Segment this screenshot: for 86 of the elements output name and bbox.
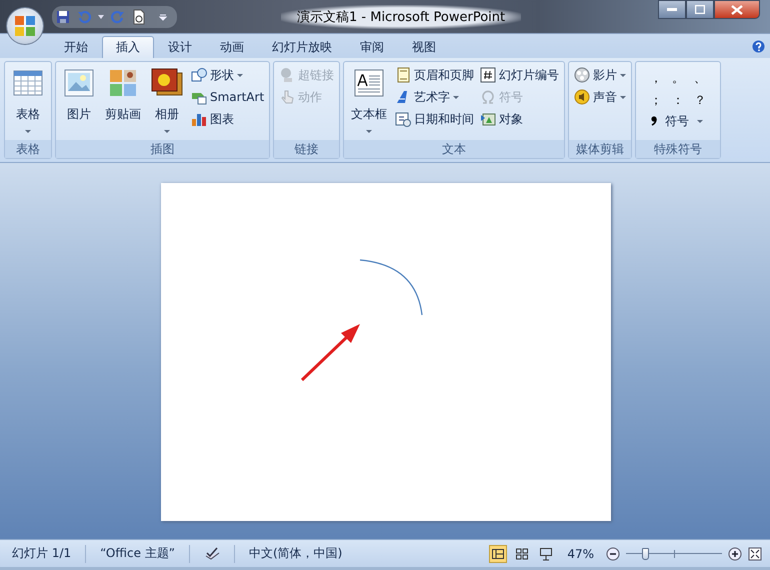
slider-thumb[interactable] (642, 548, 650, 560)
group-label: 链接 (274, 140, 340, 158)
close-icon (731, 4, 743, 14)
close-button[interactable] (714, 0, 760, 19)
bar-chart-icon (191, 111, 207, 127)
film-reel-icon (574, 67, 590, 83)
zoom-level[interactable]: 47% (567, 546, 594, 560)
clipart-icon (107, 67, 139, 99)
ribbon-tab[interactable]: 视图 (398, 36, 450, 58)
help-icon[interactable] (752, 40, 765, 52)
arrow-drawing (300, 324, 360, 382)
symbol-button[interactable]: 、 (689, 67, 712, 89)
text-box-icon (353, 67, 386, 99)
office-logo-icon (13, 14, 37, 38)
maximize-button[interactable] (686, 0, 714, 19)
caret-icon (697, 120, 704, 122)
object-icon (480, 111, 496, 127)
symbol-button[interactable]: ， (645, 67, 668, 89)
shapes-icon (191, 67, 207, 83)
ribbon-button[interactable]: 相册 (147, 64, 187, 138)
calendar-clock-icon (395, 111, 412, 127)
slideshow-icon (539, 546, 554, 560)
ribbon-button[interactable]: 剪贴画 (101, 64, 145, 138)
ribbon-button[interactable]: 符号 (645, 111, 712, 131)
group-label: 媒体剪辑 (569, 140, 632, 158)
caret-icon (366, 130, 372, 133)
group-label: 特殊符号 (636, 140, 720, 158)
ribbon-button[interactable]: 表格 (8, 64, 48, 138)
view-button[interactable] (489, 544, 508, 562)
omega-icon (480, 89, 496, 105)
language-indicator: 中文(简体，中国) (249, 545, 342, 562)
zoom-slider[interactable] (626, 548, 722, 560)
fit-to-window-icon[interactable] (748, 546, 762, 560)
arc-shape (360, 259, 423, 316)
minimize-icon (667, 8, 677, 12)
pointer-hand-icon (279, 89, 296, 105)
ribbon-button[interactable]: 艺术字 (393, 87, 476, 107)
customize-toolbar-icon[interactable] (159, 12, 167, 20)
ribbon-button[interactable]: 影片 (572, 65, 628, 85)
maximize-icon (695, 5, 705, 14)
ribbon-button[interactable]: 图片 (59, 64, 99, 138)
ribbon-button[interactable]: 文本框 (347, 64, 392, 138)
ribbon-tab[interactable]: 幻灯片放映 (258, 36, 346, 58)
slide-sorter-icon (515, 546, 530, 560)
theme-name: “Office 主题” (100, 545, 175, 562)
caret-icon (620, 74, 626, 76)
ribbon-button[interactable]: 形状 (189, 65, 266, 85)
ribbon-button[interactable]: 页眉和页脚 (393, 65, 476, 85)
ribbon-button[interactable]: 声音 (572, 87, 628, 107)
dropdown-caret-icon[interactable] (98, 14, 104, 18)
spell-check-icon[interactable] (204, 546, 220, 560)
symbol-button[interactable]: ？ (689, 89, 712, 111)
save-icon[interactable] (56, 10, 70, 24)
caret-icon (164, 130, 170, 133)
window-title: 演示文稿1 - Microsoft PowerPoint (281, 4, 522, 28)
hash-icon (480, 67, 496, 83)
ribbon-tab[interactable]: 插入 (102, 36, 154, 58)
print-preview-icon[interactable] (132, 8, 146, 24)
ribbon-button[interactable]: SmartArt (189, 87, 266, 107)
picture-icon (63, 67, 95, 99)
ribbon-button[interactable]: 对象 (478, 109, 562, 129)
group-label: 文本 (344, 140, 564, 158)
symbol-button[interactable]: ： (667, 89, 690, 111)
comma-icon (651, 116, 658, 126)
normal-view-icon (491, 546, 506, 560)
ribbon-tab[interactable]: 设计 (154, 36, 206, 58)
ribbon-button[interactable]: 日期和时间 (393, 109, 476, 129)
zoom-in-icon[interactable] (728, 546, 742, 560)
zoom-out-icon[interactable] (606, 546, 620, 560)
ribbon-button[interactable]: 图表 (189, 109, 266, 129)
symbol-button[interactable]: ； (645, 89, 668, 111)
group-label: 表格 (5, 140, 51, 158)
minimize-button[interactable] (658, 0, 686, 19)
ribbon-tab[interactable]: 审阅 (346, 36, 398, 58)
ribbon-button[interactable]: 幻灯片编号 (478, 65, 562, 85)
slide-counter: 幻灯片 1/1 (12, 545, 72, 562)
ribbon-tab[interactable]: 动画 (206, 36, 258, 58)
caret-icon (620, 96, 626, 98)
group-label: 插图 (56, 140, 270, 158)
caret-icon (25, 130, 31, 133)
ribbon-tab[interactable]: 开始 (50, 36, 102, 58)
header-footer-icon (395, 67, 412, 83)
symbol-button[interactable]: 。 (667, 67, 690, 89)
speaker-icon (574, 89, 590, 105)
caret-icon (453, 96, 460, 98)
caret-icon (237, 74, 243, 76)
